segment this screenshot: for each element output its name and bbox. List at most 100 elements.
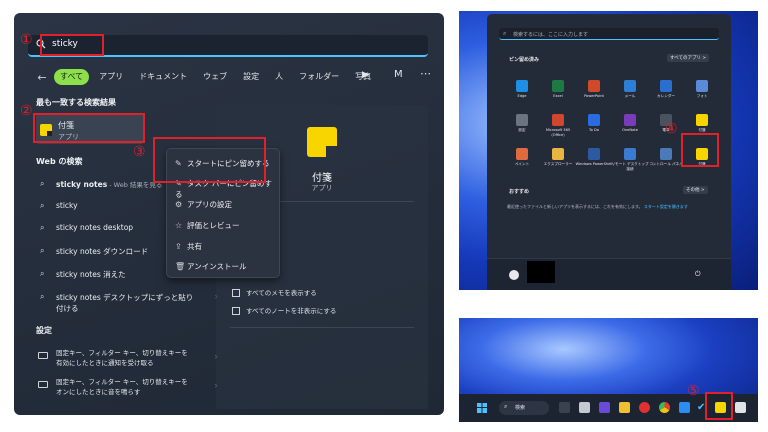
app-icon — [588, 114, 600, 126]
filter-bar: ← すべて アプリ ドキュメント ウェブ 設定 人 フォルダー 写真 ▶ M ⋯ — [34, 67, 431, 87]
widgets-icon[interactable] — [579, 402, 590, 413]
recommended-text: 最近使ったファイルと新しいアプリを表示するには、これを有効にします。 スタート設… — [507, 204, 717, 210]
pinned-heading: ピン留め済み — [509, 57, 540, 63]
app-icon — [624, 148, 636, 160]
app-icon[interactable] — [735, 402, 746, 413]
start-app-tile[interactable]: コントロール パネル — [649, 148, 683, 174]
filter-apps[interactable]: アプリ — [93, 69, 129, 85]
vivaldi-icon[interactable] — [639, 402, 650, 413]
keyboard-icon — [38, 352, 48, 359]
menu-item-label: 評価とレビュー — [187, 221, 240, 230]
web-result-text: sticky notes 消えた — [56, 270, 126, 279]
start-app-tile[interactable]: リモート デスクトップ接続 — [611, 148, 649, 174]
start-search-input[interactable]: ⌕ 検索するには、ここに入力します — [499, 28, 719, 40]
start-app-tile[interactable]: To Do — [579, 114, 609, 140]
chrome-icon[interactable] — [659, 402, 670, 413]
highlight-search-box — [40, 34, 104, 56]
more-options-icon[interactable]: ⋯ — [420, 67, 431, 80]
step-1-marker: ① — [20, 32, 33, 48]
search-icon: ⌕ — [40, 223, 45, 232]
best-match-heading: 最も一致する検索結果 — [36, 98, 116, 107]
filter-folders[interactable]: フォルダー — [293, 69, 345, 85]
back-arrow-icon[interactable]: ← — [34, 71, 50, 84]
web-result-text-line2: 付ける — [56, 304, 79, 313]
teams-icon[interactable] — [599, 402, 610, 413]
start-app-tile[interactable]: メール — [615, 80, 645, 106]
highlight-pin-options — [153, 137, 266, 183]
start-app-tile[interactable]: フォト — [687, 80, 717, 106]
app-icon — [696, 80, 708, 92]
all-apps-button[interactable]: すべてのアプリ > — [667, 54, 710, 62]
search-icon: ⌕ — [504, 403, 508, 410]
app-icon — [696, 114, 708, 126]
settings-heading: 設定 — [36, 326, 52, 335]
app-icon — [588, 80, 600, 92]
menu-app-settings[interactable]: ⚙ アプリの設定 — [175, 199, 232, 210]
menu-item-label: アンインストール — [187, 262, 247, 271]
start-footer: ⏻ — [487, 258, 731, 290]
app-label: カレンダー — [657, 94, 675, 98]
account-avatar[interactable]: M — [394, 69, 403, 80]
app-icon — [660, 148, 672, 160]
app-icon — [552, 80, 564, 92]
filter-people[interactable]: 人 — [269, 69, 289, 85]
highlight-taskbar-sticky — [705, 392, 733, 420]
menu-share[interactable]: ⇪ 共有 — [175, 241, 202, 252]
app-label: Windows PowerShell — [575, 162, 613, 166]
app-action-label: すべてのメモを表示する — [246, 289, 317, 297]
app-label: フォト — [696, 94, 708, 98]
play-icon[interactable]: ▶ — [362, 70, 369, 80]
filter-documents[interactable]: ドキュメント — [133, 69, 193, 85]
search-icon: ⌕ — [40, 269, 45, 278]
search-icon: ⌕ — [503, 30, 507, 37]
taskbar-screenshot: ⌕ 検索 ✔ ⑤ — [459, 318, 758, 422]
start-app-tile[interactable]: Windows PowerShell — [576, 148, 612, 174]
menu-uninstall[interactable]: 🗑 アンインストール — [175, 261, 247, 272]
start-app-tile[interactable]: Excel — [543, 80, 573, 106]
start-app-tile[interactable]: カレンダー — [651, 80, 681, 106]
app-icon — [660, 80, 672, 92]
mail-icon[interactable] — [679, 402, 690, 413]
redacted-username — [527, 261, 555, 283]
windows-start-icon[interactable] — [477, 403, 487, 413]
power-icon[interactable]: ⏻ — [695, 270, 701, 279]
explorer-icon[interactable] — [619, 402, 630, 413]
search-panel: sticky ← すべて アプリ ドキュメント ウェブ 設定 人 フォルダー 写… — [14, 13, 444, 415]
star-icon: ☆ — [175, 221, 183, 230]
start-app-tile[interactable]: 設定 — [507, 114, 537, 140]
start-app-tile[interactable]: OneNote — [615, 114, 645, 140]
app-label: 付箋 — [698, 128, 706, 132]
task-view-icon[interactable] — [559, 402, 570, 413]
start-app-tile[interactable]: エクスプローラー — [543, 148, 573, 174]
app-icon — [516, 114, 528, 126]
web-result[interactable]: ⌕ sticky notes デスクトップにずっと貼り付ける › — [34, 292, 224, 314]
start-app-tile[interactable]: Edge — [507, 80, 537, 106]
app-label: 設定 — [518, 128, 526, 132]
hide-all-notes-action[interactable]: すべてのノートを非表示にする — [232, 305, 336, 315]
start-app-tile[interactable]: Microsoft 365 (Office) — [543, 114, 573, 140]
step-2-marker: ② — [20, 103, 33, 119]
show-all-notes-action[interactable]: すべてのメモを表示する — [232, 287, 317, 297]
more-button[interactable]: その他 > — [683, 186, 708, 194]
filter-all[interactable]: すべて — [54, 69, 90, 85]
app-label: PowerPoint — [584, 94, 604, 98]
web-result-text: sticky notes — [56, 180, 108, 189]
filter-web[interactable]: ウェブ — [197, 69, 233, 85]
start-menu-screenshot: ⌕ 検索するには、ここに入力します ピン留め済み すべてのアプリ > Edge Ex… — [459, 11, 758, 290]
start-settings-link[interactable]: スタート設定を開きます — [644, 204, 688, 209]
divider — [230, 327, 414, 328]
web-result-text: sticky — [56, 201, 78, 210]
taskbar-search[interactable]: ⌕ 検索 — [499, 401, 549, 415]
start-app-tile[interactable]: ペイント — [507, 148, 537, 174]
start-search-placeholder: 検索するには、ここに入力します — [513, 32, 589, 38]
recommended-description: 最近使ったファイルと新しいアプリを表示するには、これを有効にします。 — [507, 204, 643, 209]
highlight-best-match — [33, 113, 145, 143]
menu-rate-review[interactable]: ☆ 評価とレビュー — [175, 220, 240, 231]
settings-result-line2: オンにしたときに音を鳴らす — [56, 388, 141, 396]
user-avatar[interactable] — [509, 270, 519, 280]
app-action-label: すべてのノートを非表示にする — [246, 307, 337, 315]
search-icon: ⌕ — [40, 292, 45, 301]
filter-settings[interactable]: 設定 — [237, 69, 265, 85]
start-app-tile[interactable]: PowerPoint — [579, 80, 609, 106]
app-icon — [624, 80, 636, 92]
